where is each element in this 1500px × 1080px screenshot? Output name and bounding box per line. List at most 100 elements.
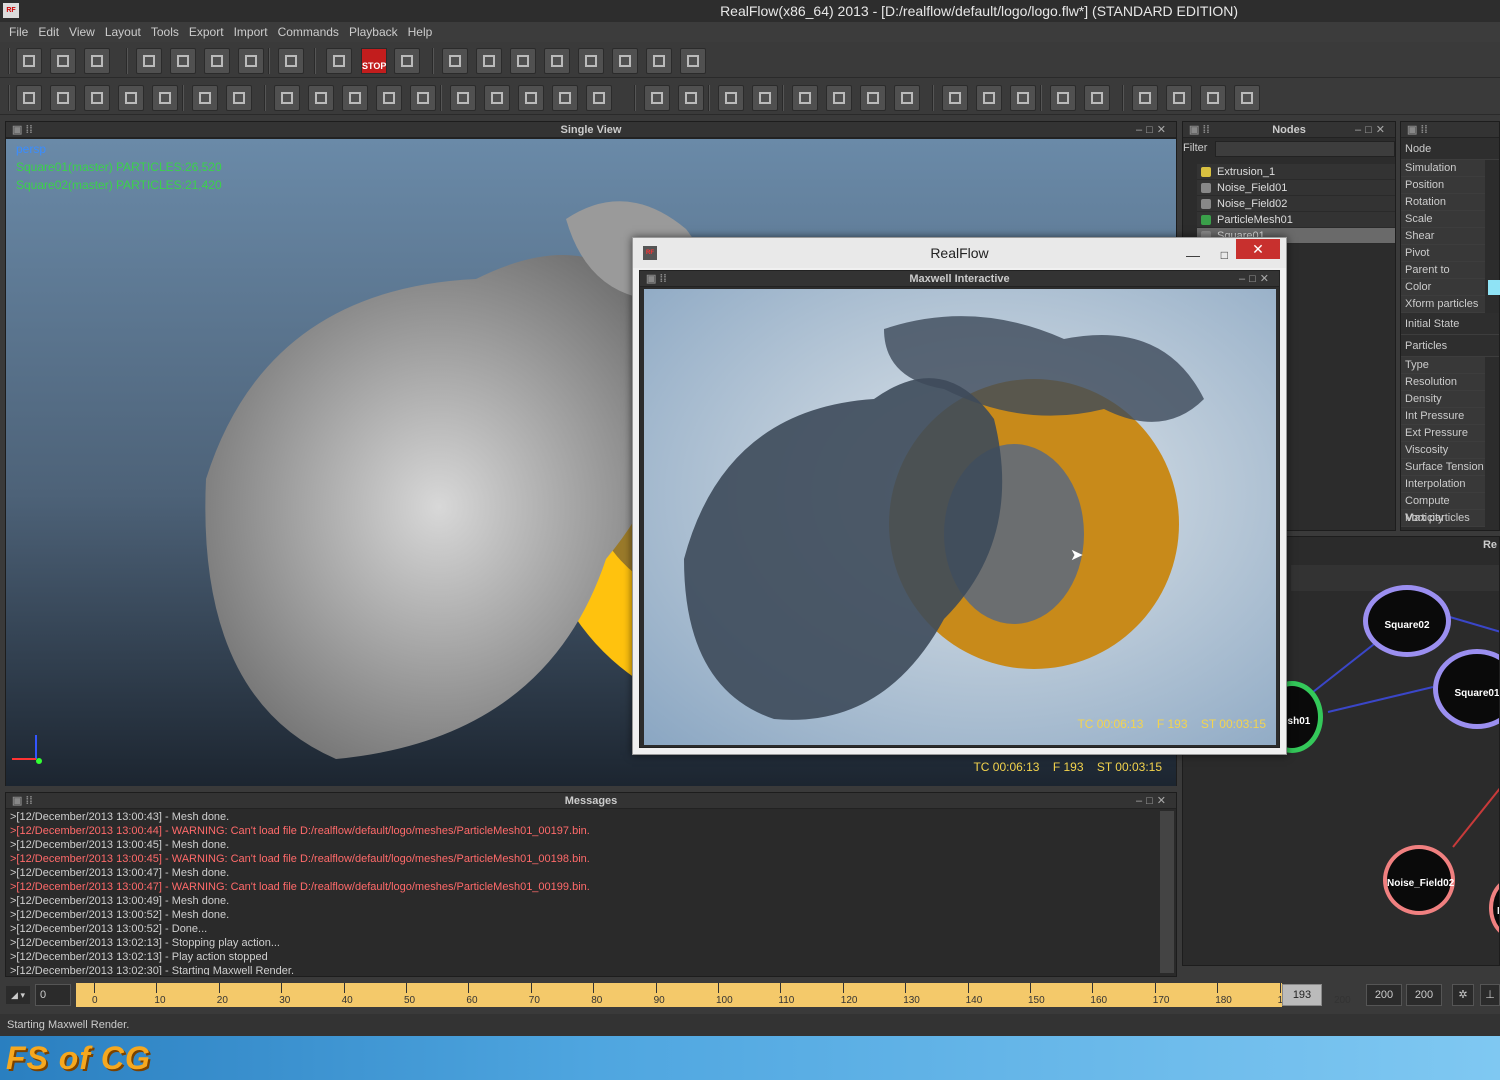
solid-cube-icon[interactable] (792, 85, 818, 111)
messages-log[interactable]: >[12/December/2013 13:00:43] - Mesh done… (10, 810, 1155, 975)
panel-menu-icon[interactable]: ▣ ⁞⁞ (12, 793, 33, 809)
property-xform-particles[interactable]: Xform particles (1401, 296, 1485, 313)
graph-icon[interactable] (308, 85, 334, 111)
export-icon[interactable] (274, 85, 300, 111)
property-interpolation[interactable]: Interpolation (1401, 476, 1485, 493)
property-type[interactable]: Type (1401, 357, 1485, 374)
max-frame-field[interactable]: 200 (1406, 984, 1442, 1006)
dots-icon[interactable] (376, 85, 402, 111)
color-swatch[interactable] (1488, 280, 1500, 295)
property-int-pressure[interactable]: Int Pressure (1401, 408, 1485, 425)
timeline-key-icon[interactable]: ⊥ (1480, 984, 1500, 1006)
play-script-icon[interactable] (1132, 85, 1158, 111)
globe-icon[interactable] (1234, 85, 1260, 111)
current-frame-field[interactable]: 193 (1282, 984, 1322, 1006)
shade-cube-icon[interactable] (826, 85, 852, 111)
frame-icon[interactable] (484, 85, 510, 111)
particles-icon[interactable] (476, 48, 502, 74)
timeline-menu-icon[interactable]: ◢ ▾ (6, 986, 30, 1004)
menu-help[interactable]: Help (403, 22, 438, 42)
menu-export[interactable]: Export (184, 22, 229, 42)
remove-node-icon[interactable] (84, 85, 110, 111)
flat-cube-icon[interactable] (860, 85, 886, 111)
menu-playback[interactable]: Playback (344, 22, 403, 42)
property-ext-pressure[interactable]: Ext Pressure (1401, 425, 1485, 442)
node-list-item[interactable]: Noise_Field01 (1197, 180, 1395, 196)
panel-window-controls[interactable]: –□✕ (1239, 271, 1273, 287)
property-density[interactable]: Density (1401, 391, 1485, 408)
section-initial-state[interactable]: Initial State (1401, 313, 1499, 335)
start-frame-field[interactable]: 0 (35, 984, 71, 1006)
node-noise-field02[interactable]: Noise_Field02 (1383, 845, 1455, 915)
property-pivot[interactable]: Pivot (1401, 245, 1485, 262)
panel-window-controls[interactable]: –□✕ (1136, 122, 1170, 138)
list-icon[interactable] (16, 85, 42, 111)
move-icon[interactable] (170, 48, 196, 74)
menu-edit[interactable]: Edit (33, 22, 64, 42)
property-rotation[interactable]: Rotation (1401, 194, 1485, 211)
property-color[interactable]: Color (1401, 279, 1485, 296)
node-square02[interactable]: Square02 (1363, 585, 1451, 657)
scale-icon[interactable] (238, 48, 264, 74)
rotate-icon[interactable] (204, 48, 230, 74)
panel-window-controls[interactable]: –□✕ (1136, 793, 1170, 809)
section-particles[interactable]: Particles (1401, 335, 1499, 357)
property-parent-to[interactable]: Parent to (1401, 262, 1485, 279)
axis-icon[interactable] (278, 48, 304, 74)
sphere-icon[interactable] (410, 85, 436, 111)
green-dot-icon[interactable] (942, 85, 968, 111)
wire-cube-icon[interactable] (644, 85, 670, 111)
messages-scrollbar[interactable] (1160, 811, 1174, 973)
timeline-ruler[interactable]: 0 10 20 30 40 50 60 70 80 90 100 110 120 130 140 150 160… (76, 983, 1289, 1007)
property-simulation[interactable]: Simulation (1401, 160, 1485, 177)
daemon-icon[interactable] (510, 48, 536, 74)
light-cube-icon[interactable] (894, 85, 920, 111)
end-frame-field[interactable]: 200 (1366, 984, 1402, 1006)
property-resolution[interactable]: Resolution (1401, 374, 1485, 391)
simulation-options-icon[interactable] (326, 48, 352, 74)
object-icon[interactable] (544, 48, 570, 74)
property-surface-tension[interactable]: Surface Tension (1401, 459, 1485, 476)
mesh-icon[interactable] (578, 48, 604, 74)
menu-commands[interactable]: Commands (273, 22, 344, 42)
node-list-item[interactable]: Extrusion_1 (1197, 164, 1395, 180)
layers-icon[interactable] (342, 85, 368, 111)
menu-layout[interactable]: Layout (100, 22, 146, 42)
minimize-button[interactable]: — (1186, 240, 1200, 270)
panel-menu-icon[interactable]: ▣ ⁞⁞ (1189, 122, 1210, 138)
wave-icon[interactable] (646, 48, 672, 74)
property-scale[interactable]: Scale (1401, 211, 1485, 228)
bound-icon[interactable] (718, 85, 744, 111)
cube-icon[interactable] (442, 48, 468, 74)
hourglass-icon[interactable] (586, 85, 612, 111)
prop-header-node[interactable]: Node (1401, 138, 1499, 160)
camera-icon[interactable] (612, 48, 638, 74)
link-icon[interactable] (118, 85, 144, 111)
panel-menu-icon[interactable]: ▣ ⁞⁞ (12, 122, 33, 138)
maximize-button[interactable]: □ (1221, 240, 1228, 270)
timeline-settings-icon[interactable]: ✲ (1452, 984, 1474, 1006)
menu-import[interactable]: Import (229, 22, 273, 42)
panel-menu-icon[interactable]: ▣ ⁞⁞ (646, 271, 667, 287)
box-icon[interactable] (192, 85, 218, 111)
node-list-item[interactable]: ParticleMesh01 (1197, 212, 1395, 228)
menu-file[interactable]: File (4, 22, 33, 42)
panel-menu-icon[interactable]: ▣ ⁞⁞ (1401, 124, 1428, 136)
property-position[interactable]: Position (1401, 177, 1485, 194)
boxes-icon[interactable] (226, 85, 252, 111)
grid-icon[interactable] (680, 48, 706, 74)
red-dot-icon[interactable] (1010, 85, 1036, 111)
select-icon[interactable] (136, 48, 162, 74)
filter-input[interactable] (1215, 141, 1395, 157)
new-scene-icon[interactable] (16, 48, 42, 74)
refresh-script-icon[interactable] (1166, 85, 1192, 111)
yellow-dot-icon[interactable] (976, 85, 1002, 111)
property-viscosity[interactable]: Viscosity (1401, 442, 1485, 459)
property-max-particles[interactable]: Max particles (1401, 510, 1485, 527)
menu-view[interactable]: View (64, 22, 100, 42)
grid-tool-icon[interactable] (552, 85, 578, 111)
render-icon[interactable] (394, 48, 420, 74)
stop-simulation-button[interactable]: STOP (361, 48, 387, 74)
unlink-icon[interactable] (152, 85, 178, 111)
panel-window-controls[interactable]: –□✕ (1355, 122, 1389, 138)
